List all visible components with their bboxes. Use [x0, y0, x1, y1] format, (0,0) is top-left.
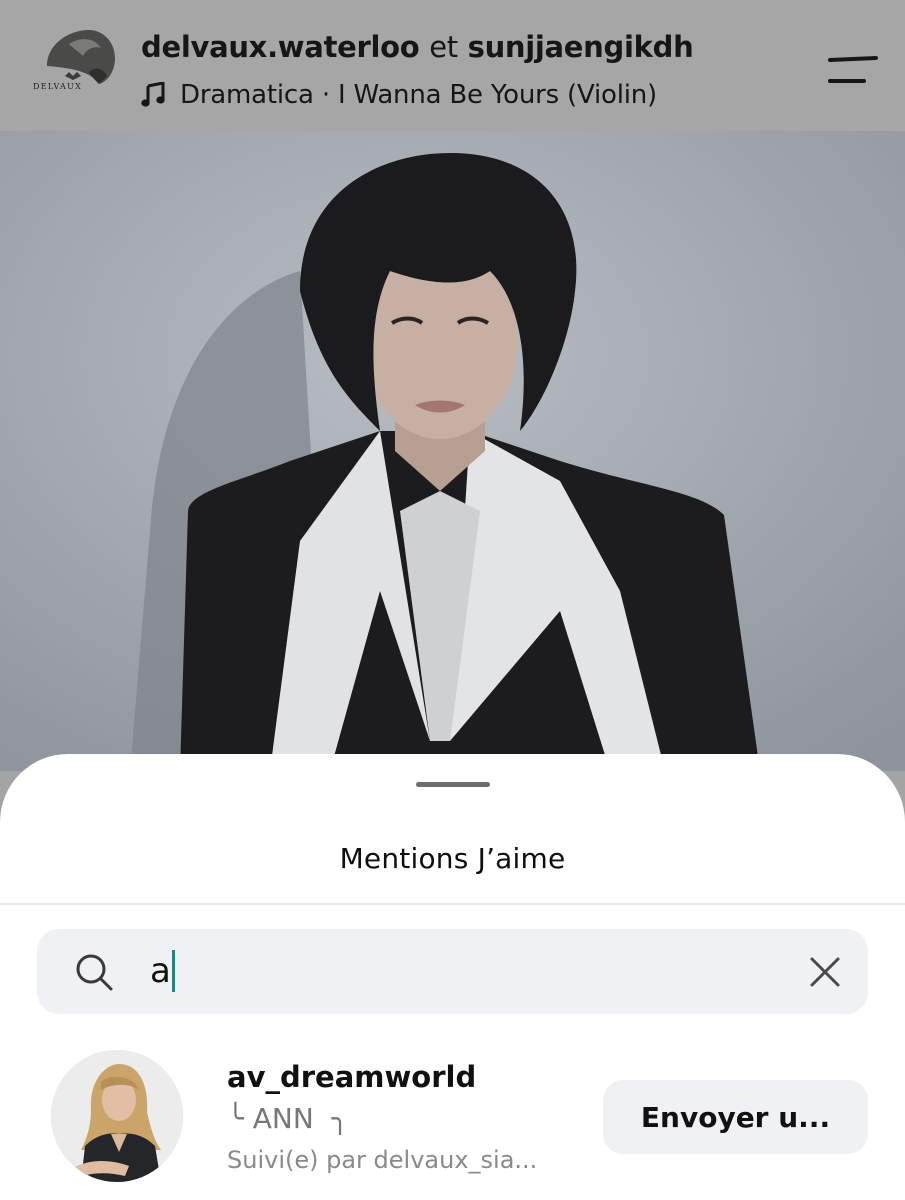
sheet-drag-handle[interactable]	[416, 782, 490, 787]
result-followed-by: Suivi(e) par delvaux_sia...	[227, 1146, 538, 1174]
post-owners[interactable]: delvaux.waterloo et sunjjaengikdh	[141, 30, 694, 64]
post-photo	[0, 131, 905, 771]
search-query-text: a	[150, 951, 171, 991]
music-attribution[interactable]: Dramatica · I Wanna Be Yours (Violin)	[141, 78, 657, 112]
likes-bottom-sheet: Mentions J’aime a av_dreamworld ╰ ANN ╮ …	[0, 754, 905, 1200]
result-username[interactable]: av_dreamworld	[227, 1060, 476, 1094]
owners-joiner: et	[429, 30, 458, 64]
post-header: DELVAUX delvaux.waterloo et sunjjaengikd…	[0, 0, 905, 131]
owner-avatar[interactable]: DELVAUX	[29, 26, 117, 102]
search-icon	[76, 954, 113, 991]
owner-username[interactable]: delvaux.waterloo	[141, 30, 420, 64]
delvaux-logo-text: DELVAUX	[33, 82, 82, 91]
send-message-button[interactable]: Envoyer u...	[603, 1080, 868, 1154]
likes-search-input[interactable]: a	[37, 929, 868, 1014]
divider	[0, 903, 905, 905]
sheet-title: Mentions J’aime	[339, 842, 566, 875]
music-note-icon	[141, 82, 165, 107]
collaborator-username[interactable]: sunjjaengikdh	[468, 30, 694, 64]
text-caret	[171, 950, 175, 992]
result-display-name: ╰ ANN ╮	[227, 1102, 349, 1135]
hamburger-menu-icon[interactable]	[826, 55, 880, 85]
list-item[interactable]: av_dreamworld ╰ ANN ╮ Suivi(e) par delva…	[0, 1050, 905, 1200]
music-track-label: Dramatica · I Wanna Be Yours (Violin)	[180, 80, 657, 110]
search-field[interactable]: a	[150, 949, 175, 993]
avatar[interactable]	[51, 1050, 183, 1182]
close-icon[interactable]	[808, 955, 842, 989]
